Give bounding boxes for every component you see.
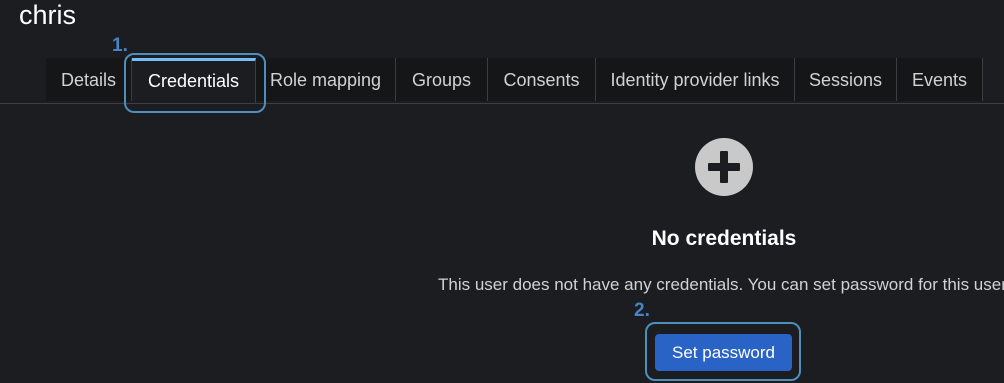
tab-sessions[interactable]: Sessions xyxy=(795,58,897,101)
credentials-tab-highlight xyxy=(124,53,266,113)
tab-identity-provider-links[interactable]: Identity provider links xyxy=(596,58,795,101)
tab-groups[interactable]: Groups xyxy=(396,58,488,101)
step-1-label: 1. xyxy=(112,35,128,56)
tab-details[interactable]: Details xyxy=(46,58,132,101)
set-password-button[interactable]: Set password xyxy=(655,334,792,371)
empty-state-description: This user does not have any credentials.… xyxy=(438,275,1004,294)
plus-circle-icon xyxy=(695,138,753,196)
step-2-label: 2. xyxy=(634,300,650,321)
tab-role-mapping[interactable]: Role mapping xyxy=(256,58,396,101)
page-title: chris xyxy=(19,0,77,30)
empty-state-title: No credentials xyxy=(651,227,797,250)
tab-consents[interactable]: Consents xyxy=(488,58,596,101)
tab-events[interactable]: Events xyxy=(897,58,983,101)
